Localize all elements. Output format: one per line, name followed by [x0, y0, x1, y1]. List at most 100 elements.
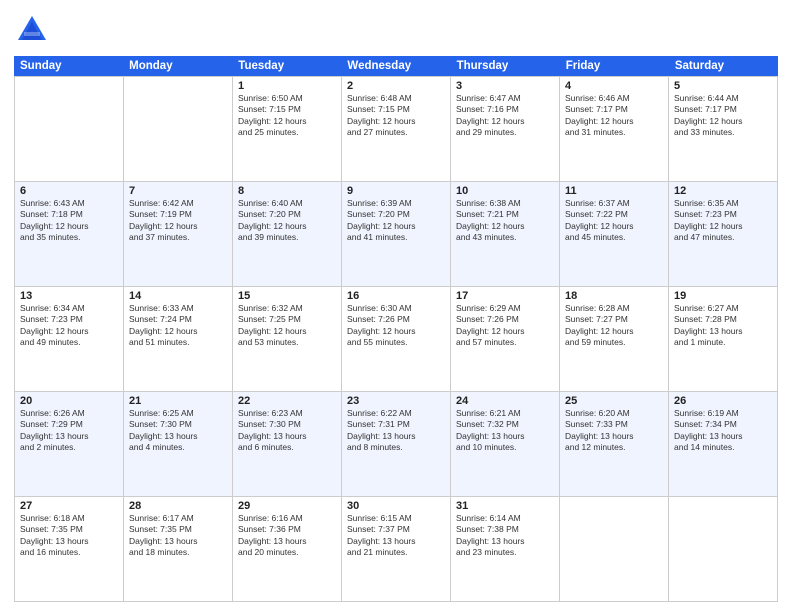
day-number: 23 — [347, 395, 445, 407]
day-number: 28 — [129, 500, 227, 512]
day-info: Sunrise: 6:48 AM Sunset: 7:15 PM Dayligh… — [347, 93, 445, 139]
calendar-day-5: 5Sunrise: 6:44 AM Sunset: 7:17 PM Daylig… — [669, 77, 778, 181]
calendar-day-25: 25Sunrise: 6:20 AM Sunset: 7:33 PM Dayli… — [560, 392, 669, 496]
day-number: 10 — [456, 185, 554, 197]
logo-icon — [14, 12, 50, 48]
calendar-day-26: 26Sunrise: 6:19 AM Sunset: 7:34 PM Dayli… — [669, 392, 778, 496]
day-info: Sunrise: 6:23 AM Sunset: 7:30 PM Dayligh… — [238, 408, 336, 454]
calendar-day-28: 28Sunrise: 6:17 AM Sunset: 7:35 PM Dayli… — [124, 497, 233, 601]
day-header-wednesday: Wednesday — [341, 56, 450, 76]
calendar-row-5: 27Sunrise: 6:18 AM Sunset: 7:35 PM Dayli… — [14, 496, 778, 602]
day-info: Sunrise: 6:38 AM Sunset: 7:21 PM Dayligh… — [456, 198, 554, 244]
day-number: 3 — [456, 80, 554, 92]
day-header-friday: Friday — [560, 56, 669, 76]
calendar-day-10: 10Sunrise: 6:38 AM Sunset: 7:21 PM Dayli… — [451, 182, 560, 286]
day-info: Sunrise: 6:25 AM Sunset: 7:30 PM Dayligh… — [129, 408, 227, 454]
day-info: Sunrise: 6:44 AM Sunset: 7:17 PM Dayligh… — [674, 93, 772, 139]
day-number: 6 — [20, 185, 118, 197]
day-header-saturday: Saturday — [669, 56, 778, 76]
calendar-day-20: 20Sunrise: 6:26 AM Sunset: 7:29 PM Dayli… — [15, 392, 124, 496]
calendar-row-1: 1Sunrise: 6:50 AM Sunset: 7:15 PM Daylig… — [14, 76, 778, 181]
calendar-body: 1Sunrise: 6:50 AM Sunset: 7:15 PM Daylig… — [14, 76, 778, 602]
calendar-day-empty — [560, 497, 669, 601]
day-header-thursday: Thursday — [451, 56, 560, 76]
day-number: 18 — [565, 290, 663, 302]
day-number: 8 — [238, 185, 336, 197]
calendar-day-4: 4Sunrise: 6:46 AM Sunset: 7:17 PM Daylig… — [560, 77, 669, 181]
day-info: Sunrise: 6:26 AM Sunset: 7:29 PM Dayligh… — [20, 408, 118, 454]
calendar-day-2: 2Sunrise: 6:48 AM Sunset: 7:15 PM Daylig… — [342, 77, 451, 181]
calendar-day-7: 7Sunrise: 6:42 AM Sunset: 7:19 PM Daylig… — [124, 182, 233, 286]
calendar-header: SundayMondayTuesdayWednesdayThursdayFrid… — [14, 56, 778, 76]
day-info: Sunrise: 6:15 AM Sunset: 7:37 PM Dayligh… — [347, 513, 445, 559]
calendar-day-27: 27Sunrise: 6:18 AM Sunset: 7:35 PM Dayli… — [15, 497, 124, 601]
header — [14, 12, 778, 48]
calendar-day-6: 6Sunrise: 6:43 AM Sunset: 7:18 PM Daylig… — [15, 182, 124, 286]
day-info: Sunrise: 6:29 AM Sunset: 7:26 PM Dayligh… — [456, 303, 554, 349]
calendar-day-1: 1Sunrise: 6:50 AM Sunset: 7:15 PM Daylig… — [233, 77, 342, 181]
calendar-day-15: 15Sunrise: 6:32 AM Sunset: 7:25 PM Dayli… — [233, 287, 342, 391]
day-number: 4 — [565, 80, 663, 92]
day-number: 9 — [347, 185, 445, 197]
calendar-day-empty — [15, 77, 124, 181]
day-info: Sunrise: 6:18 AM Sunset: 7:35 PM Dayligh… — [20, 513, 118, 559]
day-header-monday: Monday — [123, 56, 232, 76]
day-number: 16 — [347, 290, 445, 302]
day-info: Sunrise: 6:47 AM Sunset: 7:16 PM Dayligh… — [456, 93, 554, 139]
day-info: Sunrise: 6:32 AM Sunset: 7:25 PM Dayligh… — [238, 303, 336, 349]
calendar-day-23: 23Sunrise: 6:22 AM Sunset: 7:31 PM Dayli… — [342, 392, 451, 496]
calendar-day-8: 8Sunrise: 6:40 AM Sunset: 7:20 PM Daylig… — [233, 182, 342, 286]
calendar-day-24: 24Sunrise: 6:21 AM Sunset: 7:32 PM Dayli… — [451, 392, 560, 496]
logo — [14, 12, 54, 48]
day-info: Sunrise: 6:42 AM Sunset: 7:19 PM Dayligh… — [129, 198, 227, 244]
day-info: Sunrise: 6:27 AM Sunset: 7:28 PM Dayligh… — [674, 303, 772, 349]
day-number: 24 — [456, 395, 554, 407]
day-number: 1 — [238, 80, 336, 92]
calendar-day-empty — [124, 77, 233, 181]
calendar-day-21: 21Sunrise: 6:25 AM Sunset: 7:30 PM Dayli… — [124, 392, 233, 496]
calendar-day-empty — [669, 497, 778, 601]
day-number: 5 — [674, 80, 772, 92]
calendar-day-3: 3Sunrise: 6:47 AM Sunset: 7:16 PM Daylig… — [451, 77, 560, 181]
day-info: Sunrise: 6:28 AM Sunset: 7:27 PM Dayligh… — [565, 303, 663, 349]
calendar-row-2: 6Sunrise: 6:43 AM Sunset: 7:18 PM Daylig… — [14, 181, 778, 286]
day-info: Sunrise: 6:46 AM Sunset: 7:17 PM Dayligh… — [565, 93, 663, 139]
day-number: 22 — [238, 395, 336, 407]
day-info: Sunrise: 6:20 AM Sunset: 7:33 PM Dayligh… — [565, 408, 663, 454]
day-info: Sunrise: 6:16 AM Sunset: 7:36 PM Dayligh… — [238, 513, 336, 559]
calendar-day-9: 9Sunrise: 6:39 AM Sunset: 7:20 PM Daylig… — [342, 182, 451, 286]
day-number: 11 — [565, 185, 663, 197]
calendar-day-29: 29Sunrise: 6:16 AM Sunset: 7:36 PM Dayli… — [233, 497, 342, 601]
day-number: 26 — [674, 395, 772, 407]
calendar-row-4: 20Sunrise: 6:26 AM Sunset: 7:29 PM Dayli… — [14, 391, 778, 496]
day-number: 13 — [20, 290, 118, 302]
calendar-day-16: 16Sunrise: 6:30 AM Sunset: 7:26 PM Dayli… — [342, 287, 451, 391]
day-info: Sunrise: 6:17 AM Sunset: 7:35 PM Dayligh… — [129, 513, 227, 559]
day-number: 19 — [674, 290, 772, 302]
day-number: 21 — [129, 395, 227, 407]
calendar-day-12: 12Sunrise: 6:35 AM Sunset: 7:23 PM Dayli… — [669, 182, 778, 286]
calendar-day-31: 31Sunrise: 6:14 AM Sunset: 7:38 PM Dayli… — [451, 497, 560, 601]
calendar-day-18: 18Sunrise: 6:28 AM Sunset: 7:27 PM Dayli… — [560, 287, 669, 391]
day-number: 20 — [20, 395, 118, 407]
day-number: 14 — [129, 290, 227, 302]
day-info: Sunrise: 6:34 AM Sunset: 7:23 PM Dayligh… — [20, 303, 118, 349]
calendar-day-17: 17Sunrise: 6:29 AM Sunset: 7:26 PM Dayli… — [451, 287, 560, 391]
day-info: Sunrise: 6:21 AM Sunset: 7:32 PM Dayligh… — [456, 408, 554, 454]
calendar-day-22: 22Sunrise: 6:23 AM Sunset: 7:30 PM Dayli… — [233, 392, 342, 496]
calendar-day-13: 13Sunrise: 6:34 AM Sunset: 7:23 PM Dayli… — [15, 287, 124, 391]
day-info: Sunrise: 6:33 AM Sunset: 7:24 PM Dayligh… — [129, 303, 227, 349]
page: SundayMondayTuesdayWednesdayThursdayFrid… — [0, 0, 792, 612]
calendar: SundayMondayTuesdayWednesdayThursdayFrid… — [14, 56, 778, 602]
day-number: 17 — [456, 290, 554, 302]
day-header-sunday: Sunday — [14, 56, 123, 76]
day-number: 25 — [565, 395, 663, 407]
day-info: Sunrise: 6:39 AM Sunset: 7:20 PM Dayligh… — [347, 198, 445, 244]
day-number: 2 — [347, 80, 445, 92]
calendar-day-30: 30Sunrise: 6:15 AM Sunset: 7:37 PM Dayli… — [342, 497, 451, 601]
day-info: Sunrise: 6:35 AM Sunset: 7:23 PM Dayligh… — [674, 198, 772, 244]
day-header-tuesday: Tuesday — [232, 56, 341, 76]
day-number: 30 — [347, 500, 445, 512]
day-info: Sunrise: 6:19 AM Sunset: 7:34 PM Dayligh… — [674, 408, 772, 454]
day-number: 7 — [129, 185, 227, 197]
